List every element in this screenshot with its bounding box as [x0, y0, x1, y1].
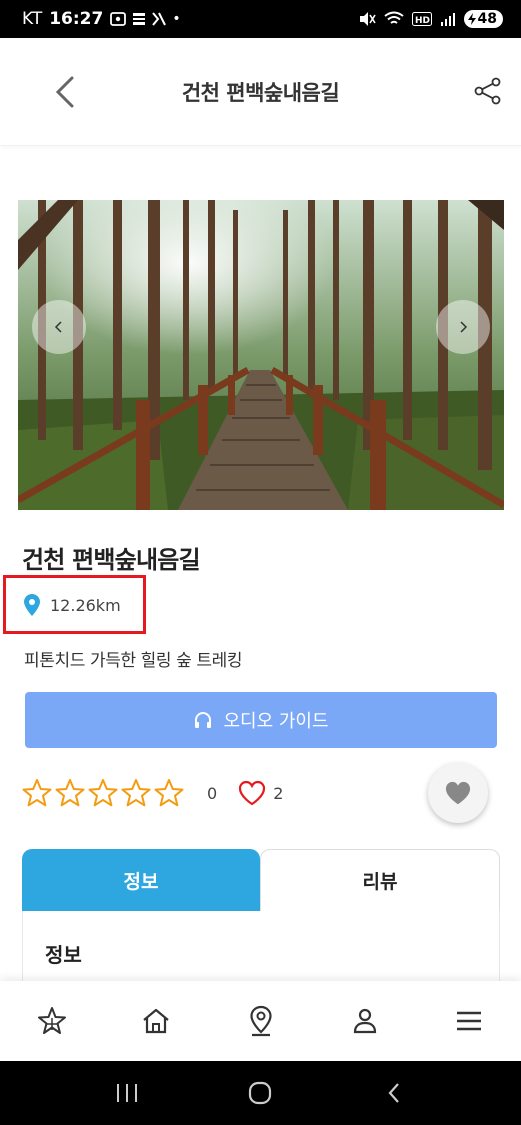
- tab-review[interactable]: 리뷰: [260, 849, 500, 911]
- bottom-nav: [0, 981, 521, 1061]
- home-circle-icon: [249, 1081, 272, 1105]
- share-button[interactable]: [473, 76, 503, 106]
- back-arrow-icon: [388, 1083, 399, 1103]
- home-system-button[interactable]: [240, 1073, 280, 1113]
- audio-guide-button[interactable]: 오디오 가이드: [25, 692, 497, 748]
- star-logo-icon: [38, 1007, 67, 1034]
- rating-row: 0 2: [22, 778, 283, 808]
- signal-icon: [440, 13, 455, 26]
- photo-carousel[interactable]: [18, 200, 504, 510]
- info-card: 정보: [22, 911, 500, 991]
- back-system-button[interactable]: [374, 1073, 414, 1113]
- nav-user[interactable]: [313, 981, 417, 1061]
- distance-text: 12.26km: [50, 595, 121, 615]
- chevron-left-icon: [54, 321, 62, 333]
- favorite-button[interactable]: [428, 763, 488, 823]
- location-icon: [249, 1005, 272, 1037]
- chevron-right-icon: [460, 321, 468, 333]
- nav-home[interactable]: [104, 981, 208, 1061]
- forest-staircase-photo: [18, 200, 504, 510]
- system-nav-bar: [0, 1061, 521, 1125]
- wifi-icon: [383, 11, 404, 24]
- star-outline-icon[interactable]: [154, 778, 184, 808]
- distance-info: 12.26km: [24, 594, 121, 616]
- chevron-left-icon: [55, 76, 74, 108]
- place-name: 건천 편백숲내음길: [22, 546, 201, 574]
- back-button[interactable]: [48, 72, 84, 112]
- carrier-label: KT: [22, 9, 43, 29]
- carousel-next-button[interactable]: [436, 300, 490, 354]
- info-section-title: 정보: [45, 943, 82, 967]
- rating-count: 0: [207, 783, 218, 803]
- recent-apps-button[interactable]: [107, 1073, 147, 1113]
- battery-indicator: 48: [463, 10, 503, 28]
- svg-text:HD: HD: [415, 16, 430, 26]
- menu-icon: [456, 1011, 481, 1031]
- status-bar: KT 16:27 • HD 48: [0, 0, 521, 38]
- headphones-icon: [195, 712, 212, 728]
- star-outline-icon[interactable]: [121, 778, 151, 808]
- battery-level: 48: [477, 11, 497, 27]
- nav-location[interactable]: [208, 981, 312, 1061]
- charging-icon: [467, 13, 476, 25]
- recent-apps-icon: [116, 1084, 137, 1102]
- tab-info[interactable]: 정보: [22, 849, 260, 911]
- star-outline-icon[interactable]: [55, 778, 85, 808]
- status-time: 16:27: [49, 9, 104, 29]
- user-icon: [353, 1008, 376, 1034]
- app-header: 건천 편백숲내음길: [0, 38, 521, 146]
- home-icon: [143, 1008, 170, 1034]
- audio-guide-label: 오디오 가이드: [223, 711, 329, 732]
- carousel-prev-button[interactable]: [32, 300, 86, 354]
- share-icon: [474, 77, 501, 105]
- nav-menu[interactable]: [417, 981, 521, 1061]
- map-pin-icon: [24, 594, 40, 616]
- like-count: 2: [273, 783, 284, 803]
- hd-icon: HD: [411, 12, 432, 26]
- place-description: 피톤치드 가득한 힐링 숲 트레킹: [24, 651, 243, 671]
- mute-icon: [359, 12, 376, 26]
- star-outline-icon[interactable]: [88, 778, 118, 808]
- heart-filled-icon: [445, 781, 471, 805]
- detail-tabs: 정보 리뷰: [22, 849, 500, 911]
- nav-star-logo[interactable]: [0, 981, 104, 1061]
- notification-icons: •: [110, 11, 181, 27]
- heart-outline-icon[interactable]: [237, 778, 267, 808]
- page-title: 건천 편백숲내음길: [181, 80, 340, 105]
- star-outline-icon[interactable]: [22, 778, 52, 808]
